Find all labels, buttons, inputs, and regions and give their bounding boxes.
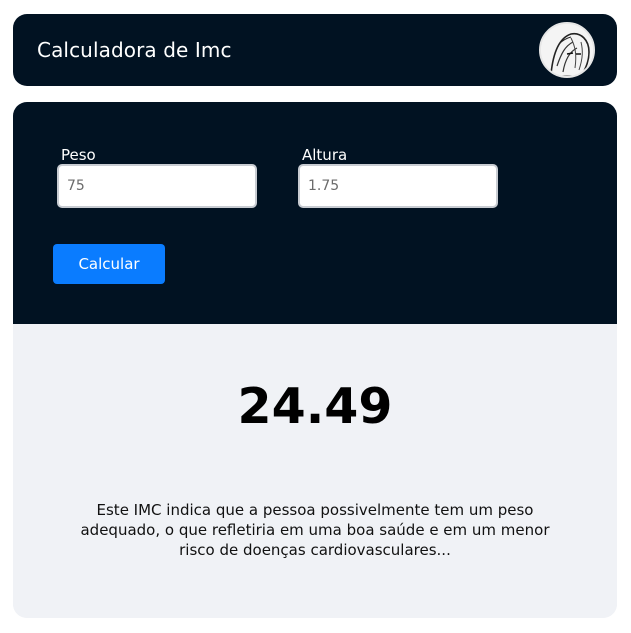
imc-card: Peso Altura Calcular 24.49 Este IMC indi… xyxy=(13,102,617,618)
anime-avatar-icon xyxy=(541,24,593,76)
imc-description: Este IMC indica que a pessoa possivelmen… xyxy=(80,501,550,559)
app-header: Calculadora de Imc xyxy=(13,14,617,86)
altura-input[interactable] xyxy=(298,164,498,208)
app-title: Calculadora de Imc xyxy=(37,38,232,62)
calculate-button[interactable]: Calcular xyxy=(53,244,165,284)
peso-label: Peso xyxy=(61,146,96,164)
altura-label: Altura xyxy=(302,146,348,164)
result-panel: 24.49 Este IMC indica que a pessoa possi… xyxy=(13,324,617,618)
input-form: Peso Altura Calcular xyxy=(13,102,617,324)
peso-input[interactable] xyxy=(57,164,257,208)
imc-result: 24.49 xyxy=(237,378,393,435)
avatar-icon[interactable] xyxy=(539,22,595,78)
